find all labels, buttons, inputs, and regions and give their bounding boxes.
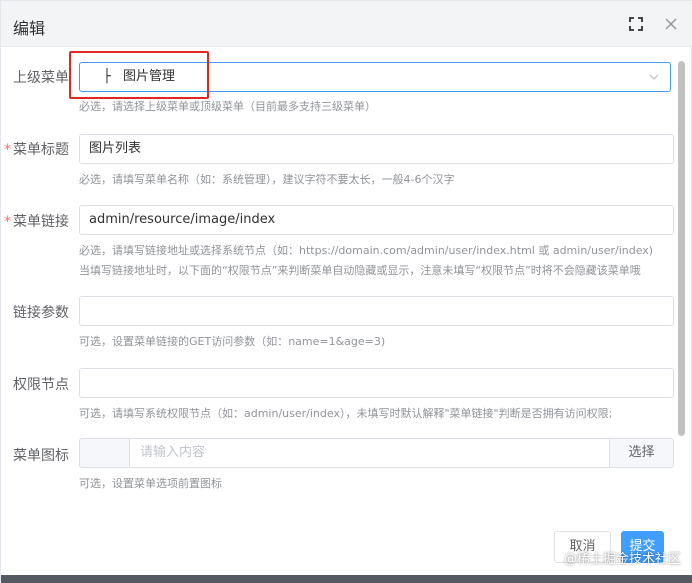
fullscreen-icon[interactable] xyxy=(629,17,643,31)
parent-menu-hint: 必选，请选择上级菜单或顶级菜单（目前最多支持三级菜单） xyxy=(79,100,376,113)
menu-link-hint-1: 必选，请填写链接地址或选择系统节点（如：https://domain.com/a… xyxy=(79,244,654,257)
watermark: @稀土掘金技术社区 xyxy=(563,552,681,567)
menu-icon-hint: 可选，设置菜单选项前置图标 xyxy=(79,477,222,490)
edit-dialog: 编辑 上级菜单 ├ 图片管理 必选，请选择上级菜单或顶级菜单（目前最多支持三级菜… xyxy=(0,0,692,583)
link-params-label: 链接参数 xyxy=(13,305,69,321)
parent-menu-label: 上级菜单 xyxy=(13,70,69,86)
menu-icon-input[interactable]: 请输入内容 xyxy=(129,438,610,468)
auth-node-label: 权限节点 xyxy=(13,377,69,393)
dialog-title: 编辑 xyxy=(13,19,46,38)
close-icon[interactable] xyxy=(664,17,678,31)
tree-prefix: ├ xyxy=(103,69,111,84)
menu-title-input[interactable]: 图片列表 xyxy=(79,134,674,164)
vertical-scrollbar[interactable] xyxy=(678,61,685,436)
auth-node-hint: 可选，请填写系统权限节点（如：admin/user/index），未填写时默认解… xyxy=(79,407,613,420)
menu-link-label: * 菜单链接 xyxy=(4,214,69,230)
link-params-input[interactable] xyxy=(79,296,674,326)
menu-icon-preview xyxy=(79,438,130,468)
link-params-hint: 可选，设置菜单链接的GET访问参数（如：name=1&age=3) xyxy=(79,335,386,348)
dialog-header: 编辑 xyxy=(1,1,692,47)
parent-menu-value: 图片管理 xyxy=(122,69,175,84)
chevron-down-icon xyxy=(648,63,660,91)
menu-link-input[interactable]: admin/resource/image/index xyxy=(79,205,674,235)
menu-icon-label: 菜单图标 xyxy=(13,448,69,464)
parent-menu-select[interactable]: ├ 图片管理 xyxy=(79,62,671,92)
menu-title-label: * 菜单标题 xyxy=(4,142,69,158)
auth-node-input[interactable] xyxy=(79,368,674,398)
select-icon-button[interactable]: 选择 xyxy=(609,438,674,468)
menu-title-hint: 必选，请填写菜单名称（如：系统管理），建议字符不要太长，一般4-6个汉字 xyxy=(79,173,455,186)
menu-link-hint-2: 当填写链接地址时，以下面的“权限节点”来判断菜单自动隐藏或显示，注意未填写“权限… xyxy=(79,264,641,277)
